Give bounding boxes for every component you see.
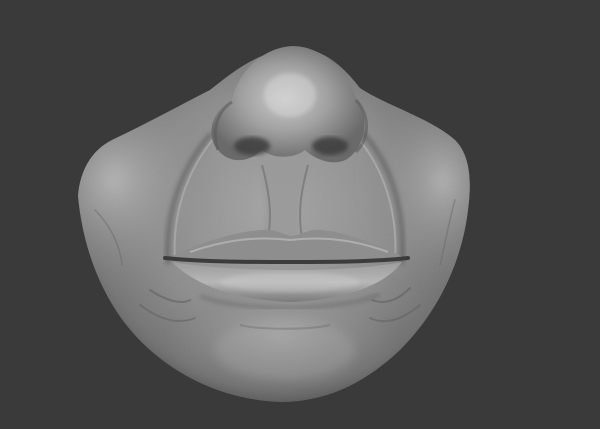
chin <box>215 320 355 380</box>
sculpt-render <box>78 46 470 403</box>
sculpt-viewport <box>0 0 600 429</box>
nose <box>211 46 368 163</box>
